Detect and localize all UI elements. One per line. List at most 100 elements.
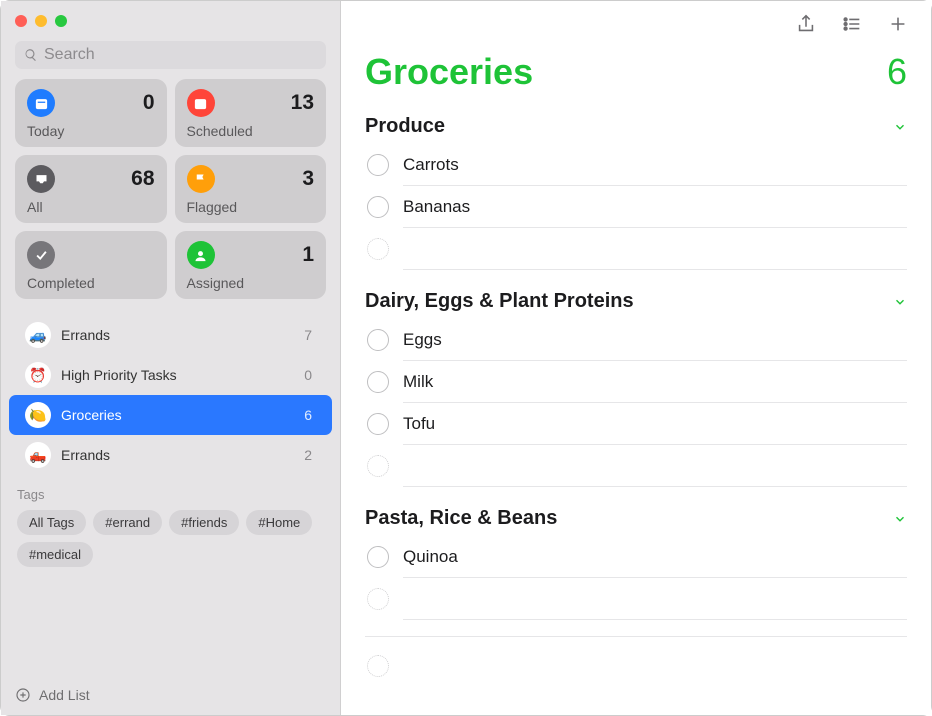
completion-toggle[interactable] xyxy=(367,196,389,218)
list-count: 7 xyxy=(304,327,312,343)
flag-icon xyxy=(187,165,215,193)
plus-icon xyxy=(887,13,909,35)
completion-toggle-placeholder xyxy=(367,455,389,477)
reminder-item[interactable]: Carrots xyxy=(365,144,907,186)
search-icon xyxy=(24,48,38,62)
completion-toggle-placeholder xyxy=(367,655,389,677)
checkmark-icon xyxy=(27,241,55,269)
list-count: 6 xyxy=(304,407,312,423)
reminder-title[interactable]: Eggs xyxy=(403,330,907,361)
completion-toggle[interactable] xyxy=(367,329,389,351)
smart-scheduled-label: Scheduled xyxy=(187,123,315,139)
share-button[interactable] xyxy=(795,13,817,35)
list-item-groceries[interactable]: 🍋 Groceries 6 xyxy=(9,395,332,435)
toolbar xyxy=(341,1,931,47)
search-input[interactable]: Search xyxy=(15,41,326,69)
smart-today-label: Today xyxy=(27,123,155,139)
tag-friends[interactable]: #friends xyxy=(169,510,239,535)
reminder-item[interactable]: Tofu xyxy=(365,403,907,445)
main-pane: Groceries 6 Produce Carrots Bananas xyxy=(341,1,931,715)
add-list-label: Add List xyxy=(39,687,90,703)
fullscreen-window-button[interactable] xyxy=(55,15,67,27)
list-icon: ⏰ xyxy=(25,362,51,388)
section-dairy: Dairy, Eggs & Plant Proteins Eggs Milk T… xyxy=(365,286,907,487)
reminder-item[interactable]: Quinoa xyxy=(365,536,907,578)
list-item-highpriority[interactable]: ⏰ High Priority Tasks 0 xyxy=(9,355,332,395)
reminder-title-placeholder[interactable]: . xyxy=(403,456,907,487)
reminder-title[interactable]: Bananas xyxy=(403,197,907,228)
section-produce: Produce Carrots Bananas . xyxy=(365,111,907,270)
list-icon: 🍋 xyxy=(25,402,51,428)
reminder-title-placeholder[interactable]: . xyxy=(403,656,907,686)
add-list-button[interactable]: Add List xyxy=(1,677,340,715)
section-title: Dairy, Eggs & Plant Proteins xyxy=(365,290,634,313)
section-header-produce[interactable]: Produce xyxy=(365,111,907,144)
list-content: Groceries 6 Produce Carrots Bananas xyxy=(341,47,931,715)
completion-toggle[interactable] xyxy=(367,413,389,435)
tags-header: Tags xyxy=(17,487,324,502)
sidebar: Search 0 Today 13 Schedule xyxy=(1,1,341,715)
smart-today-count: 0 xyxy=(143,91,155,115)
plus-circle-icon xyxy=(15,687,31,703)
completion-toggle-placeholder xyxy=(367,238,389,260)
chevron-down-icon xyxy=(893,295,907,309)
reminder-title-placeholder[interactable]: . xyxy=(403,589,907,620)
reminder-item[interactable]: Bananas xyxy=(365,186,907,228)
reminder-title-placeholder[interactable]: . xyxy=(403,239,907,270)
smart-scheduled[interactable]: 13 Scheduled xyxy=(175,79,327,147)
smart-lists-grid: 0 Today 13 Scheduled 68 xyxy=(1,79,340,309)
list-item-errands2[interactable]: 🛻 Errands 2 xyxy=(9,435,332,475)
smart-today[interactable]: 0 Today xyxy=(15,79,167,147)
completion-toggle[interactable] xyxy=(367,546,389,568)
new-reminder-placeholder-bottom[interactable]: . xyxy=(365,637,907,687)
section-header-dairy[interactable]: Dairy, Eggs & Plant Proteins xyxy=(365,286,907,319)
new-reminder-placeholder[interactable]: . xyxy=(365,578,907,620)
list-name: High Priority Tasks xyxy=(61,367,294,383)
smart-flagged[interactable]: 3 Flagged xyxy=(175,155,327,223)
tags-section: Tags All Tags #errand #friends #Home #me… xyxy=(1,475,340,571)
smart-assigned-label: Assigned xyxy=(187,275,315,291)
new-reminder-placeholder[interactable]: . xyxy=(365,445,907,487)
tag-errand[interactable]: #errand xyxy=(93,510,162,535)
tag-all[interactable]: All Tags xyxy=(17,510,86,535)
smart-flagged-count: 3 xyxy=(302,167,314,191)
tag-home[interactable]: #Home xyxy=(246,510,312,535)
my-lists: 🚙 Errands 7 ⏰ High Priority Tasks 0 🍋 Gr… xyxy=(1,309,340,475)
smart-assigned-count: 1 xyxy=(302,243,314,267)
inbox-icon xyxy=(27,165,55,193)
chevron-down-icon xyxy=(893,512,907,526)
window-controls xyxy=(1,1,340,37)
smart-completed[interactable]: Completed xyxy=(15,231,167,299)
list-name: Errands xyxy=(61,327,294,343)
list-count: 0 xyxy=(304,367,312,383)
list-total: 6 xyxy=(887,51,907,93)
reminder-title[interactable]: Tofu xyxy=(403,414,907,445)
close-window-button[interactable] xyxy=(15,15,27,27)
smart-all-label: All xyxy=(27,199,155,215)
section-title: Pasta, Rice & Beans xyxy=(365,507,557,530)
completion-toggle-placeholder xyxy=(367,588,389,610)
completion-toggle[interactable] xyxy=(367,154,389,176)
list-item-errands1[interactable]: 🚙 Errands 7 xyxy=(9,315,332,355)
view-options-button[interactable] xyxy=(841,13,863,35)
smart-scheduled-count: 13 xyxy=(291,91,314,115)
smart-all[interactable]: 68 All xyxy=(15,155,167,223)
list-count: 2 xyxy=(304,447,312,463)
search-placeholder: Search xyxy=(44,46,95,64)
minimize-window-button[interactable] xyxy=(35,15,47,27)
new-reminder-placeholder[interactable]: . xyxy=(365,228,907,270)
reminder-item[interactable]: Milk xyxy=(365,361,907,403)
chevron-down-icon xyxy=(893,120,907,134)
tag-medical[interactable]: #medical xyxy=(17,542,93,567)
section-pasta: Pasta, Rice & Beans Quinoa . xyxy=(365,503,907,620)
reminder-title[interactable]: Milk xyxy=(403,372,907,403)
smart-assigned[interactable]: 1 Assigned xyxy=(175,231,327,299)
section-header-pasta[interactable]: Pasta, Rice & Beans xyxy=(365,503,907,536)
completion-toggle[interactable] xyxy=(367,371,389,393)
reminder-title[interactable]: Quinoa xyxy=(403,547,907,578)
reminder-title[interactable]: Carrots xyxy=(403,155,907,186)
list-name: Errands xyxy=(61,447,294,463)
list-icon: 🛻 xyxy=(25,442,51,468)
new-reminder-button[interactable] xyxy=(887,13,909,35)
reminder-item[interactable]: Eggs xyxy=(365,319,907,361)
